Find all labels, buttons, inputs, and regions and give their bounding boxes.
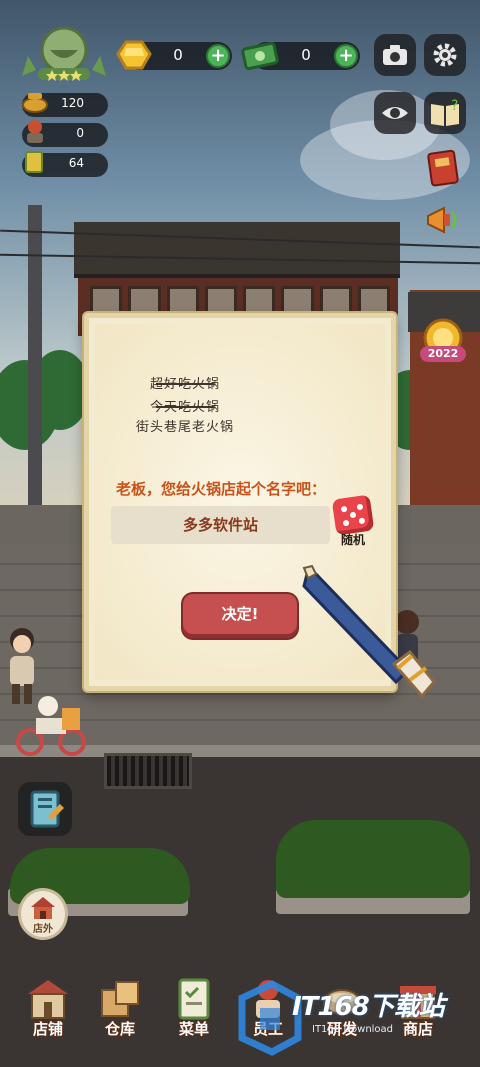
- shop-icon: [28, 980, 68, 1019]
- outside-view-button[interactable]: 店外: [18, 888, 68, 940]
- settings-button[interactable]: [424, 34, 466, 76]
- crate-icon: [101, 981, 139, 1017]
- help-book-icon: ?: [431, 98, 459, 126]
- event-year-label: 2022: [420, 346, 466, 362]
- ticket-icon: [25, 151, 43, 173]
- ticket-stat-value: 64: [68, 156, 84, 170]
- food-stat: 120: [22, 93, 108, 117]
- nav-warehouse[interactable]: 仓库: [88, 970, 152, 1050]
- fountain-pen-icon: [302, 564, 436, 699]
- ticket-stat: 64: [22, 151, 108, 177]
- gold-currency-counter: 0 +: [116, 40, 232, 70]
- order-notes-button[interactable]: [18, 782, 72, 836]
- gold-amount: 0: [173, 46, 183, 64]
- delivery-rider: [16, 696, 86, 756]
- strikethrough-line: [156, 405, 214, 408]
- nav-menu[interactable]: 菜单: [162, 970, 226, 1050]
- dice-icon[interactable]: [331, 494, 375, 536]
- add-gold-button[interactable]: +: [206, 44, 230, 68]
- gear-icon: [433, 43, 457, 67]
- cash-stack-icon: [241, 41, 279, 71]
- shop-name-input[interactable]: 多多软件站: [111, 506, 330, 544]
- cash-currency-counter: 0 +: [241, 41, 360, 71]
- random-name-label[interactable]: 随机: [334, 531, 372, 548]
- gold-ingot-icon: [116, 40, 152, 70]
- shop-roof: [74, 222, 400, 278]
- add-cash-button[interactable]: +: [334, 44, 358, 68]
- storefront-icon: [31, 897, 55, 919]
- restaurant-rank-emblem[interactable]: [22, 26, 106, 84]
- view-toggle-button[interactable]: [374, 92, 416, 134]
- watermark-text: IT168下载站: [292, 992, 445, 1022]
- confirm-name-button[interactable]: 决定!: [183, 594, 297, 638]
- previous-name-3: 街头巷尾老火锅: [135, 420, 234, 435]
- chef-icon: [27, 120, 43, 143]
- svg-text:?: ?: [451, 98, 458, 114]
- staff-stat-value: 0: [76, 126, 84, 140]
- watermark-subtext: IT168 Download: [312, 1024, 394, 1035]
- recipe-book-icon[interactable]: [424, 148, 464, 188]
- hotpot-icon: [22, 93, 48, 113]
- utility-pole: [28, 205, 42, 505]
- clipboard-icon: [30, 790, 64, 828]
- hedge: [276, 820, 470, 898]
- camera-icon: [383, 45, 407, 65]
- event-badge[interactable]: 2022: [418, 316, 468, 366]
- previous-name-1: 超好吃火锅: [149, 377, 220, 392]
- nav-shop-label: 店铺: [32, 1020, 63, 1038]
- eye-icon: [382, 107, 408, 119]
- staff-stat: 0: [22, 120, 108, 147]
- cash-amount: 0: [301, 46, 311, 64]
- help-book-button[interactable]: ?: [424, 92, 466, 134]
- food-stat-value: 120: [61, 96, 84, 110]
- previous-name-2: 今天吃火锅: [149, 400, 220, 415]
- watermark: IT168下载站 IT168 Download: [232, 978, 472, 1058]
- nav-warehouse-label: 仓库: [104, 1020, 135, 1038]
- naming-prompt: 老板，您给火锅店起个名字吧：: [115, 480, 326, 498]
- strikethrough-line: [156, 382, 214, 385]
- nav-shop[interactable]: 店铺: [16, 970, 80, 1050]
- nav-menu-label: 菜单: [178, 1020, 209, 1038]
- camera-button[interactable]: [374, 34, 416, 76]
- outside-view-label: 店外: [33, 924, 53, 935]
- menu-clipboard-icon: [178, 978, 210, 1020]
- megaphone-icon[interactable]: [422, 200, 462, 240]
- drain-grate: [104, 753, 192, 789]
